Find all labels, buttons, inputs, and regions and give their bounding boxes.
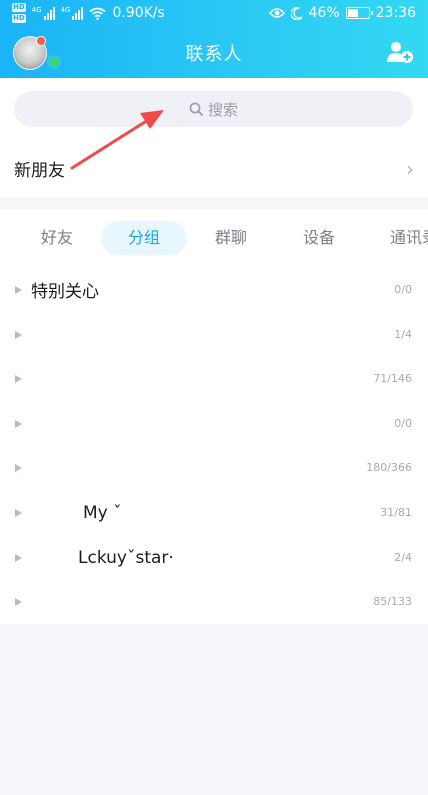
network-speed: 0.90K/s [112, 5, 165, 21]
status-bar-left: HD HD 4G 4G 0.90K/s [12, 0, 165, 26]
group-count: 31/81 [380, 506, 412, 519]
hd-label-top: HD [12, 3, 26, 12]
status-bar-right: 46% 23:36 [268, 0, 416, 26]
new-friend-label: 新朋友 [14, 161, 65, 181]
group-row[interactable]: My ˇ 31/81 [0, 490, 428, 535]
group-count: 1/4 [394, 328, 412, 341]
signal-icon-2: 4G [61, 6, 84, 20]
expand-triangle-icon [15, 553, 22, 562]
tab-group-chats[interactable]: 群聊 [198, 221, 264, 255]
page-title: 联系人 [185, 44, 243, 65]
tab-bar: 好友 分组 群聊 设备 通讯录 [0, 221, 428, 255]
search-section: 搜索 [0, 78, 428, 140]
expand-triangle-icon [15, 374, 22, 383]
group-name: Lckuyˇstar· [78, 547, 174, 568]
moon-icon [290, 6, 303, 20]
battery-fill [347, 9, 358, 17]
group-name: My ˇ [83, 502, 122, 523]
search-icon [189, 102, 203, 116]
group-row[interactable]: 85/133 [0, 579, 428, 624]
group-name: 特别关心 [31, 282, 99, 302]
group-row[interactable]: Lckuyˇstar· 2/4 [0, 535, 428, 580]
group-count: 85/133 [373, 595, 412, 608]
group-row[interactable]: 71/146 [0, 356, 428, 401]
group-row[interactable]: 0/0 [0, 401, 428, 446]
expand-triangle-icon [15, 285, 22, 294]
expand-triangle-icon [15, 419, 22, 428]
group-count: 0/0 [394, 283, 412, 296]
contacts-panel: 好友 分组 群聊 设备 通讯录 特别关心 0/0 1/4 71/146 0/0 … [0, 209, 428, 624]
app-header: HD HD 4G 4G 0.90K/s 46% 23:36 联系人 [0, 0, 428, 78]
group-row[interactable]: 1/4 [0, 312, 428, 357]
group-count: 0/0 [394, 417, 412, 430]
expand-triangle-icon [15, 330, 22, 339]
group-count: 180/366 [366, 461, 412, 474]
network-type-label: 4G [31, 6, 42, 14]
expand-triangle-icon [15, 508, 22, 517]
group-row[interactable]: 180/366 [0, 445, 428, 490]
status-bar: HD HD 4G 4G 0.90K/s 46% 23:36 [0, 0, 428, 26]
wifi-icon [89, 7, 106, 20]
eye-icon [268, 8, 285, 18]
clock: 23:36 [375, 5, 416, 21]
tab-friends[interactable]: 好友 [24, 221, 90, 255]
tab-devices[interactable]: 设备 [286, 221, 352, 255]
group-count: 2/4 [394, 551, 412, 564]
group-row[interactable]: 特别关心 0/0 [0, 267, 428, 312]
battery-icon [345, 7, 373, 19]
expand-triangle-icon [15, 463, 22, 472]
tab-address-book[interactable]: 通讯录 [390, 221, 428, 255]
new-friend-row[interactable]: 新朋友 › [0, 140, 428, 197]
signal-icon: 4G [32, 6, 55, 20]
expand-triangle-icon [15, 597, 22, 606]
hd-label-bottom: HD [12, 14, 26, 23]
chevron-right-icon: › [406, 156, 414, 181]
group-count: 71/146 [373, 372, 412, 385]
tab-groups[interactable]: 分组 [101, 221, 187, 255]
network-type-label-2: 4G [60, 6, 71, 14]
search-input[interactable]: 搜索 [14, 91, 413, 127]
search-placeholder: 搜索 [207, 100, 238, 119]
hd-indicator: HD HD [12, 2, 26, 24]
battery-percent: 46% [308, 5, 340, 21]
add-contact-icon[interactable] [386, 40, 414, 64]
